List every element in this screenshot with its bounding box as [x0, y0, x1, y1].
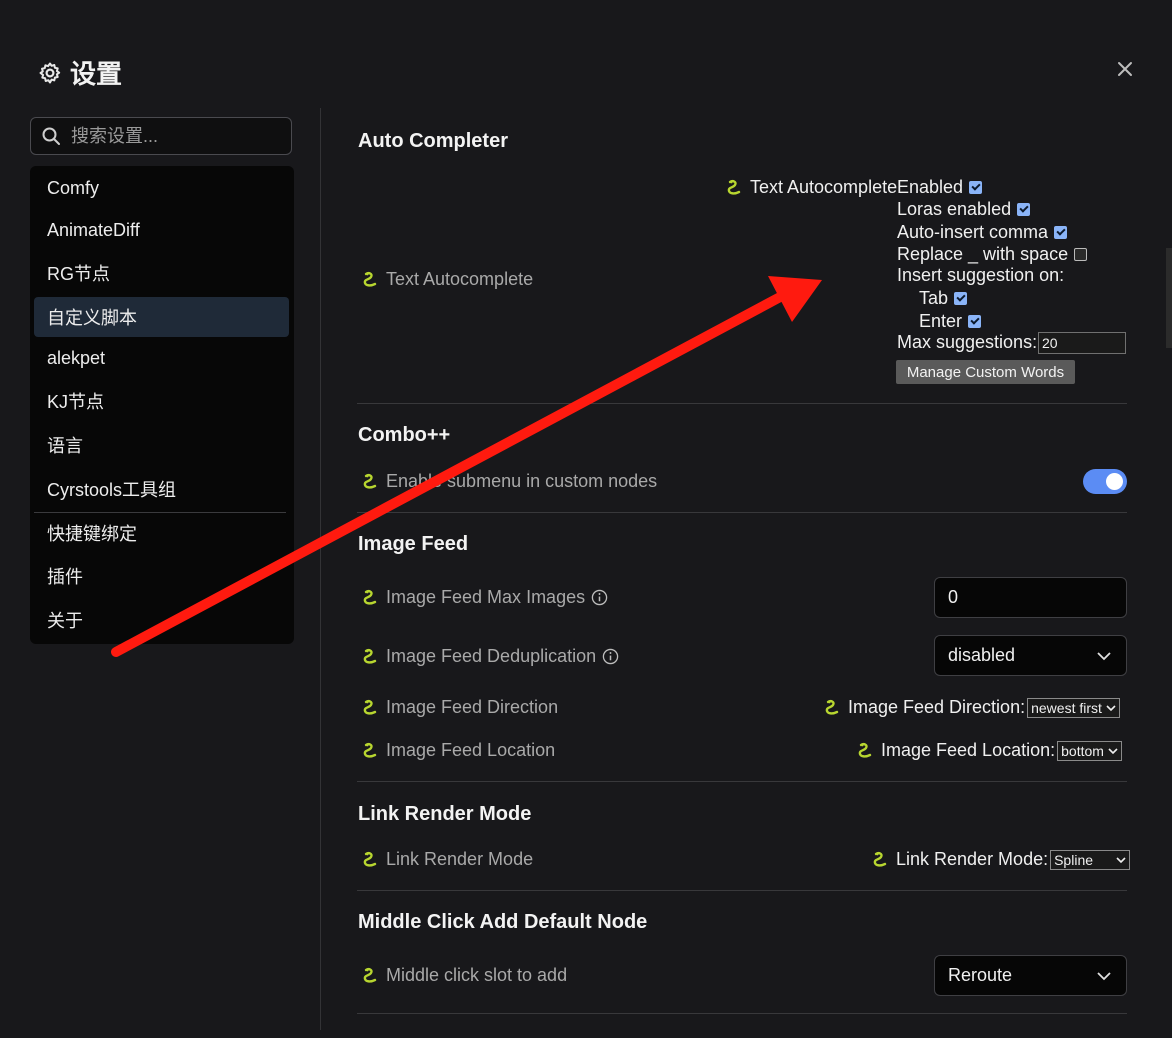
link-render-select[interactable]: Spline: [1050, 849, 1131, 870]
snake-icon: [363, 699, 377, 715]
sidebar-item-kj-nodes[interactable]: KJ节点: [34, 381, 289, 421]
link-render-inline: Link Render Mode: Spline: [870, 849, 1131, 870]
location-select[interactable]: bottom: [1057, 740, 1122, 761]
section-divider: [357, 890, 1127, 891]
snake-icon: [363, 742, 377, 758]
snake-icon: [825, 699, 839, 715]
comma-checkbox[interactable]: [1054, 226, 1068, 239]
info-icon[interactable]: [591, 589, 608, 606]
section-divider: [357, 1013, 1127, 1014]
snake-icon: [363, 589, 377, 605]
setting-label-direction: Image Feed Direction: [360, 697, 558, 718]
section-title-image-feed: Image Feed: [358, 533, 469, 555]
location-inline: Image Feed Location: bottom: [855, 740, 1122, 761]
autocomplete-enabled: Enabled: [897, 177, 983, 198]
autocomplete-widget-header: Text Autocomplete: [724, 177, 897, 198]
sidebar-item-language[interactable]: 语言: [34, 425, 289, 465]
chevron-down-icon: [1108, 747, 1118, 754]
sidebar-item-alekpet[interactable]: alekpet: [34, 338, 289, 378]
sidebar-item-keybindings[interactable]: 快捷键绑定: [34, 513, 289, 553]
snake-icon: [363, 271, 377, 287]
gear-icon: [39, 62, 61, 83]
setting-label-link-render: Link Render Mode: [360, 849, 533, 870]
setting-label-text-autocomplete: Text Autocomplete: [360, 269, 533, 290]
sidebar-item-animatediff[interactable]: AnimateDiff: [34, 210, 289, 250]
autocomplete-enter: Enter: [919, 311, 982, 332]
section-title-auto-completer: Auto Completer: [358, 130, 508, 152]
max-suggestions-input[interactable]: 20: [1038, 332, 1126, 354]
max-images-input[interactable]: 0: [934, 577, 1127, 618]
section-divider: [357, 512, 1127, 513]
dialog-title-text: 设置: [70, 59, 123, 89]
snake-icon: [858, 742, 872, 758]
section-title-combo: Combo++: [358, 424, 451, 446]
settings-dialog: 设置 Comfy AnimateDiff RG节点 自定义脚本 alekpet …: [0, 0, 1172, 1038]
setting-label-deduplication: Image Feed Deduplication: [360, 646, 619, 667]
enter-checkbox[interactable]: [968, 315, 982, 328]
section-divider: [357, 781, 1127, 782]
manage-custom-words-button[interactable]: Manage Custom Words: [896, 360, 1075, 384]
background-edge: [1166, 248, 1172, 348]
autocomplete-replace: Replace _ with space: [897, 244, 1088, 265]
sidebar-item-cyrstools[interactable]: Cyrstools工具组: [34, 469, 289, 509]
close-button[interactable]: [1112, 56, 1138, 82]
info-icon[interactable]: [602, 648, 619, 665]
section-title-link-render: Link Render Mode: [358, 803, 532, 825]
setting-label-location: Image Feed Location: [360, 740, 555, 761]
middle-click-select[interactable]: Reroute: [934, 955, 1127, 996]
replace-checkbox[interactable]: [1074, 248, 1088, 261]
dialog-title: 设置: [38, 54, 122, 91]
sidebar-item-extensions[interactable]: 插件: [34, 556, 289, 596]
enabled-checkbox[interactable]: [969, 181, 983, 194]
panel-divider: [320, 108, 321, 1030]
sidebar-item-about[interactable]: 关于: [34, 600, 289, 640]
autocomplete-comma: Auto-insert comma: [897, 222, 1068, 243]
section-divider: [357, 403, 1127, 404]
search-icon: [42, 127, 60, 145]
close-icon: [1118, 62, 1132, 76]
search-input[interactable]: [69, 124, 283, 148]
sidebar-item-comfy[interactable]: Comfy: [34, 168, 289, 208]
max-suggestions-label: Max suggestions:: [897, 332, 1038, 352]
snake-icon: [873, 851, 887, 867]
setting-label-middle-click: Middle click slot to add: [360, 965, 567, 986]
sidebar-item-custom-scripts[interactable]: 自定义脚本: [34, 297, 289, 337]
direction-inline: Image Feed Direction: newest first: [822, 697, 1120, 718]
snake-icon: [363, 648, 377, 664]
sidebar: Comfy AnimateDiff RG节点 自定义脚本 alekpet KJ节…: [30, 166, 294, 644]
setting-label-submenu: Enable submenu in custom nodes: [360, 471, 657, 492]
section-title-middle-click: Middle Click Add Default Node: [358, 911, 648, 933]
sidebar-item-rg-nodes[interactable]: RG节点: [34, 253, 289, 293]
chevron-down-icon: [1106, 704, 1116, 711]
snake-icon: [363, 851, 377, 867]
setting-label-max-images: Image Feed Max Images: [360, 587, 608, 608]
deduplication-select[interactable]: disabled: [934, 635, 1127, 676]
autocomplete-tab: Tab: [919, 288, 968, 309]
insert-suggestion-label: Insert suggestion on:: [897, 265, 1065, 285]
loras-checkbox[interactable]: [1017, 203, 1031, 216]
tab-checkbox[interactable]: [954, 292, 968, 305]
autocomplete-loras: Loras enabled: [897, 199, 1031, 220]
chevron-down-icon: [1097, 972, 1111, 981]
chevron-down-icon: [1097, 652, 1111, 661]
snake-icon: [363, 473, 377, 489]
direction-select[interactable]: newest first: [1027, 697, 1120, 718]
search-box[interactable]: [30, 117, 292, 155]
snake-icon: [727, 179, 741, 195]
submenu-toggle[interactable]: [1083, 469, 1127, 494]
snake-icon: [363, 967, 377, 983]
chevron-down-icon: [1116, 856, 1126, 863]
